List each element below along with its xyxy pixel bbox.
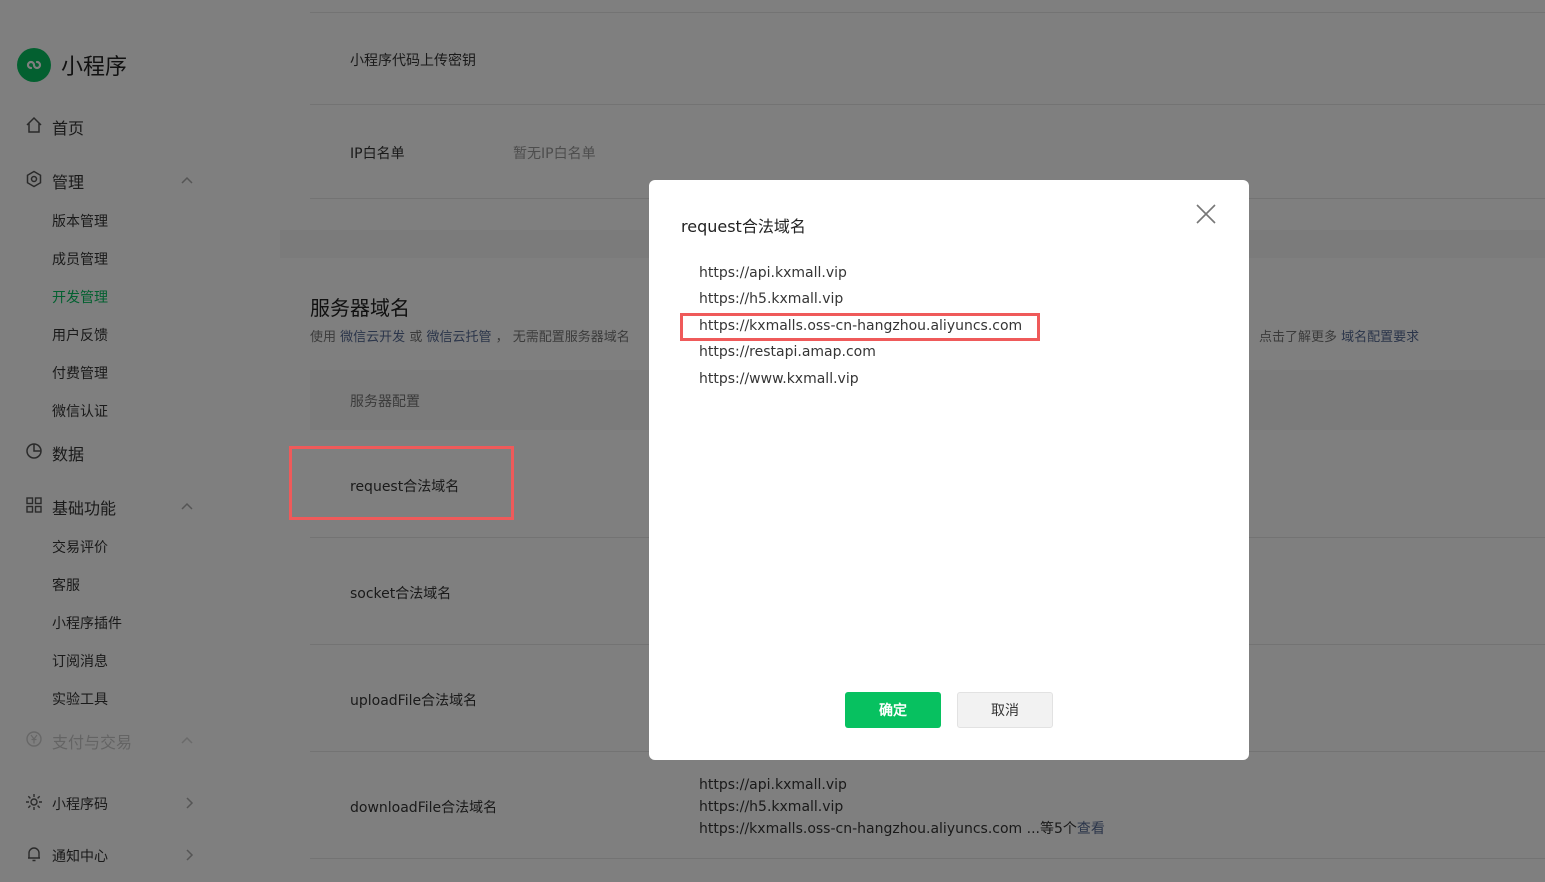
- confirm-button[interactable]: 确定: [845, 692, 941, 728]
- domain-item: https://api.kxmall.vip: [699, 265, 847, 281]
- domain-item: https://www.kxmall.vip: [699, 371, 859, 387]
- request-domain-dialog: request合法域名 https://api.kxmall.vip https…: [649, 180, 1249, 760]
- highlight-box-domain: [680, 313, 1040, 341]
- domain-item: https://restapi.amap.com: [699, 344, 876, 360]
- close-icon[interactable]: [1191, 202, 1221, 232]
- dialog-title: request合法域名: [681, 217, 806, 236]
- domain-item: https://h5.kxmall.vip: [699, 291, 844, 307]
- highlight-box-request: [289, 446, 514, 520]
- cancel-button[interactable]: 取消: [957, 692, 1053, 728]
